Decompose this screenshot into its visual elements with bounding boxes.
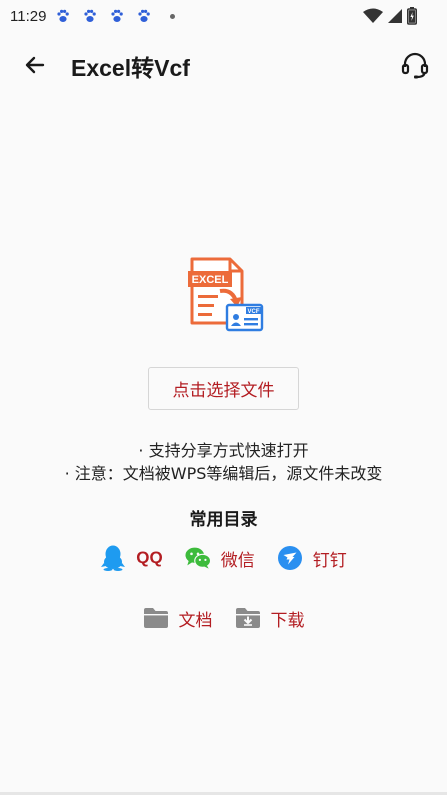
customer-support-button[interactable] <box>397 47 433 83</box>
baidu-paw-icon <box>137 9 151 23</box>
baidu-paw-icon <box>83 9 97 23</box>
headset-icon <box>401 52 429 79</box>
more-notifications-dot <box>170 13 176 19</box>
arrow-left-icon <box>25 56 45 74</box>
hint-wps-note: · 注意：文档被WPS等编辑后，源文件未改变 <box>64 464 383 483</box>
back-button[interactable] <box>18 48 52 82</box>
directory-dingtalk[interactable]: 钉钉 <box>277 543 347 573</box>
excel-label: EXCEL <box>192 274 229 286</box>
vcf-label: VCF <box>248 309 260 315</box>
excel-to-vcf-illustration: EXCEL VCF <box>186 255 266 335</box>
common-directories-title: 常用目录 <box>189 510 258 530</box>
directory-label: 钉钉 <box>312 550 347 571</box>
download-folder-icon <box>235 605 261 631</box>
wifi-icon <box>363 8 383 28</box>
directory-row: QQ 微信 钉钉 <box>0 543 447 573</box>
directory-label: 文档 <box>178 610 213 631</box>
directory-qq[interactable]: QQ <box>100 543 163 573</box>
status-right-icons <box>363 7 417 29</box>
directory-row: 文档 下载 <box>0 603 447 633</box>
dingtalk-icon <box>277 545 303 571</box>
page-title: Excel转Vcf <box>71 55 190 81</box>
baidu-paw-icon <box>56 9 70 23</box>
baidu-paw-icon <box>110 9 124 23</box>
folder-icon <box>143 605 169 631</box>
directory-downloads[interactable]: 下载 <box>235 603 305 633</box>
directory-label: 下载 <box>270 610 305 631</box>
app-bar: Excel转Vcf <box>0 32 447 96</box>
cell-signal-icon <box>387 8 403 28</box>
select-file-button[interactable]: 点击选择文件 <box>148 367 299 410</box>
directory-wechat[interactable]: 微信 <box>185 543 255 573</box>
qq-penguin-icon <box>100 545 126 571</box>
directory-label: QQ <box>136 548 163 567</box>
battery-charging-icon <box>407 7 417 29</box>
directory-label: 微信 <box>220 550 255 571</box>
status-bar: 11:29 <box>0 0 447 32</box>
hint-share-open: · 支持分享方式快速打开 <box>138 441 309 460</box>
wechat-icon <box>185 545 211 571</box>
status-time: 11:29 <box>10 7 47 25</box>
directory-documents[interactable]: 文档 <box>143 603 213 633</box>
